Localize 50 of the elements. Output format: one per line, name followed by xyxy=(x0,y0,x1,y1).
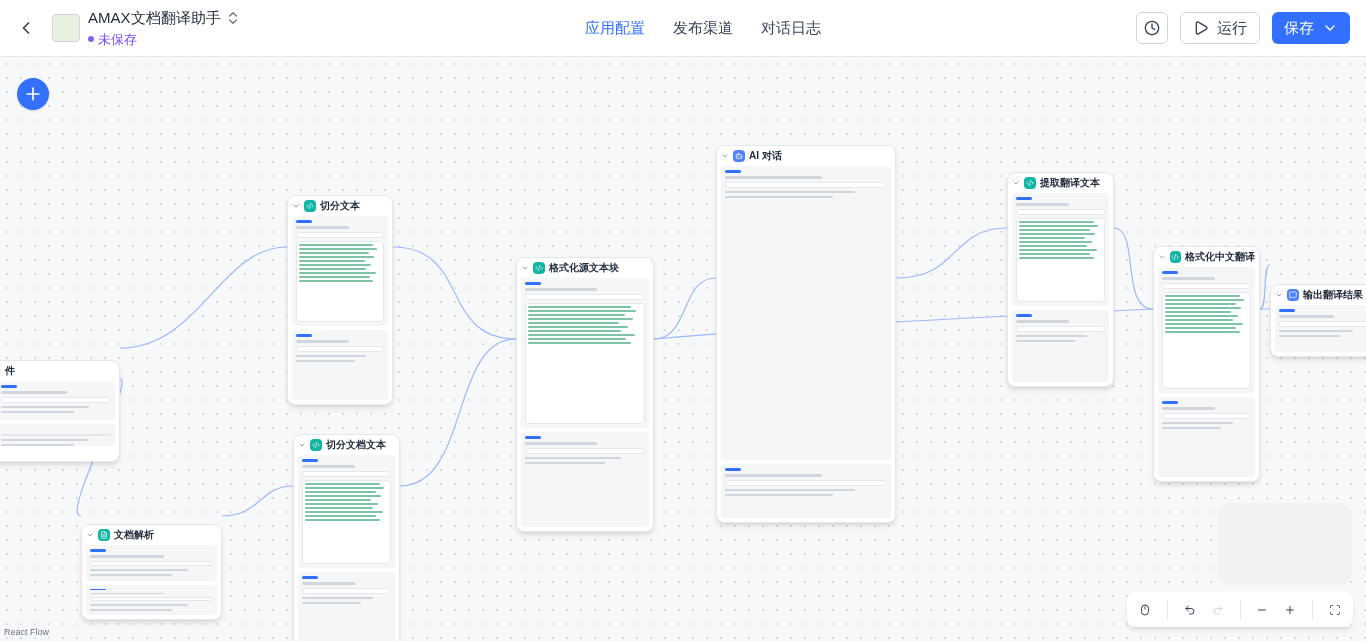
code-icon xyxy=(533,262,545,274)
connector-line xyxy=(1259,264,1271,310)
workflow-node[interactable]: 输出翻译结果 xyxy=(1270,284,1366,357)
workflow-canvas[interactable]: 件 切分文本 切分文档文本 文档解析 格式化源文本块 AI 对话 提取翻译文本 格式化中文翻译 输出翻译结果 React Flow xyxy=(0,56,1366,641)
chevron-down-icon[interactable] xyxy=(1158,253,1166,261)
mouse-icon[interactable] xyxy=(1139,601,1151,618)
workflow-node[interactable]: 提取翻译文本 xyxy=(1007,172,1114,387)
nav-tab[interactable]: 对话日志 xyxy=(760,16,821,40)
add-node-button[interactable] xyxy=(17,78,49,110)
workflow-node[interactable]: 文档解析 xyxy=(81,524,222,620)
attribution-text: React Flow xyxy=(4,625,49,639)
workflow-node[interactable]: 切分文档文本 xyxy=(293,434,400,641)
chevron-down-icon[interactable] xyxy=(721,152,729,160)
code-icon xyxy=(1169,251,1181,263)
run-button[interactable]: 运行 xyxy=(1180,12,1260,44)
workflow-node[interactable]: 格式化源文本块 xyxy=(516,257,654,532)
robot-icon xyxy=(733,150,745,162)
save-button[interactable]: 保存 xyxy=(1272,12,1350,44)
save-status: 未保存 xyxy=(98,30,137,49)
history-button[interactable] xyxy=(1136,12,1168,44)
workflow-node[interactable]: 切分文本 xyxy=(287,195,393,405)
play-icon xyxy=(1193,20,1209,36)
node-title: 输出翻译结果 xyxy=(1303,289,1363,301)
node-title: 切分文档文本 xyxy=(326,439,386,451)
app-name: AMAX文档翻译助手 xyxy=(88,8,221,28)
node-title: 文档解析 xyxy=(114,529,154,541)
chevron-down-icon[interactable] xyxy=(521,264,529,272)
app-logo-icon xyxy=(52,14,80,42)
node-title: AI 对话 xyxy=(749,150,782,162)
chat-icon xyxy=(1287,289,1299,301)
chevron-down-icon[interactable] xyxy=(292,202,300,210)
code-icon xyxy=(1024,177,1036,189)
node-title: 提取翻译文本 xyxy=(1040,177,1100,189)
document-icon xyxy=(98,529,110,541)
chevron-down-icon[interactable] xyxy=(1012,179,1020,187)
nav-tab[interactable]: 应用配置 xyxy=(584,16,645,40)
nav-tab[interactable]: 发布渠道 xyxy=(672,16,733,40)
code-icon xyxy=(310,439,322,451)
node-title: 切分文本 xyxy=(320,200,360,212)
workflow-node[interactable]: AI 对话 xyxy=(716,145,896,523)
chevron-down-icon[interactable] xyxy=(298,441,306,449)
chevron-down-icon[interactable] xyxy=(86,531,94,539)
chevron-down-icon[interactable] xyxy=(1275,291,1283,299)
workflow-node[interactable]: 格式化中文翻译 xyxy=(1153,246,1260,482)
node-title: 件 xyxy=(5,365,15,377)
clock-icon xyxy=(1144,20,1160,36)
code-icon xyxy=(304,200,316,212)
workflow-node[interactable]: 件 xyxy=(0,360,120,462)
node-title: 格式化中文翻译 xyxy=(1185,251,1255,263)
node-title: 格式化源文本块 xyxy=(549,262,619,274)
